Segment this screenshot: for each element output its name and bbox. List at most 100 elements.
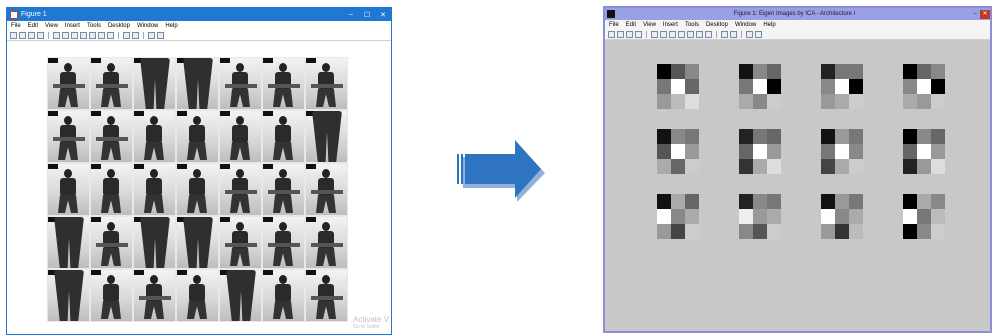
- toolbar-separator: [48, 32, 49, 39]
- arrow-tail-stripe-1: [457, 154, 459, 184]
- legend-icon[interactable]: [746, 31, 753, 38]
- save-icon[interactable]: [626, 31, 633, 38]
- menu-help[interactable]: Help: [165, 23, 177, 29]
- brush-icon[interactable]: [705, 31, 712, 38]
- zoom-in-icon[interactable]: [660, 31, 667, 38]
- photo-legs: [101, 248, 121, 266]
- menu-desktop[interactable]: Desktop: [108, 23, 130, 29]
- photo-chair: [225, 84, 257, 88]
- toolbar: [7, 31, 391, 41]
- eigen-pixel: [685, 64, 699, 79]
- photo-head: [279, 169, 287, 178]
- rotate-icon[interactable]: [89, 32, 96, 39]
- plot-tools-icon[interactable]: [157, 32, 164, 39]
- eigen-pixel: [931, 209, 945, 224]
- eigen-pixel: [685, 224, 699, 239]
- zoom-in-icon[interactable]: [62, 32, 69, 39]
- figure1-window[interactable]: Figure 1 – ☐ ✕ File Edit View Insert Too…: [6, 7, 392, 335]
- save-icon[interactable]: [28, 32, 35, 39]
- pointer-icon[interactable]: [53, 32, 60, 39]
- menu-tools[interactable]: Tools: [87, 23, 101, 29]
- photo-legs: [144, 142, 164, 160]
- maximize-button[interactable]: ☐: [359, 11, 375, 19]
- eigen-pixel: [931, 194, 945, 209]
- minimize-button[interactable]: –: [343, 11, 359, 18]
- pointer-icon[interactable]: [651, 31, 658, 38]
- menu-file[interactable]: File: [609, 22, 619, 28]
- photo-badge: [134, 270, 144, 275]
- menu-insert[interactable]: Insert: [65, 23, 80, 29]
- eigen-image: [821, 194, 863, 239]
- datacursor-icon[interactable]: [98, 32, 105, 39]
- colorbar-icon[interactable]: [730, 31, 737, 38]
- eigen-pixel: [767, 209, 781, 224]
- eigen-pixel: [917, 94, 931, 109]
- open-icon[interactable]: [19, 32, 26, 39]
- photo-badge: [91, 164, 101, 169]
- photo-torso: [103, 284, 119, 302]
- eigen-pixel: [835, 79, 849, 94]
- menu-desktop[interactable]: Desktop: [706, 22, 728, 28]
- eigen-pixel: [739, 159, 753, 174]
- plot-tools-icon[interactable]: [755, 31, 762, 38]
- eigen-pixel: [917, 159, 931, 174]
- photo-legs: [230, 195, 250, 213]
- eigen-pixel: [767, 79, 781, 94]
- datacursor-icon[interactable]: [696, 31, 703, 38]
- photo-head: [236, 222, 244, 231]
- link-icon[interactable]: [123, 32, 130, 39]
- pan-icon[interactable]: [80, 32, 87, 39]
- pan-icon[interactable]: [678, 31, 685, 38]
- zoom-out-icon[interactable]: [71, 32, 78, 39]
- montage-photo-sit: [305, 57, 348, 110]
- menu-view[interactable]: View: [643, 22, 656, 28]
- photo-badge: [306, 164, 316, 169]
- colorbar-icon[interactable]: [132, 32, 139, 39]
- montage-photo-close: [47, 216, 90, 269]
- menu-insert[interactable]: Insert: [663, 22, 678, 28]
- eigen-pixel: [685, 94, 699, 109]
- new-icon[interactable]: [608, 31, 615, 38]
- link-icon[interactable]: [721, 31, 728, 38]
- eigen-images-window[interactable]: Figure 1: Eigen Images by ICA - Architec…: [603, 6, 992, 333]
- rotate-icon[interactable]: [687, 31, 694, 38]
- menu-edit[interactable]: Edit: [28, 23, 38, 29]
- montage-photo-stand: [133, 163, 176, 216]
- photo-badge: [177, 270, 187, 275]
- photo-badge: [263, 270, 273, 275]
- new-icon[interactable]: [10, 32, 17, 39]
- eigen-pixel: [821, 79, 835, 94]
- legend-icon[interactable]: [148, 32, 155, 39]
- print-icon[interactable]: [635, 31, 642, 38]
- close-button[interactable]: ✕: [375, 11, 391, 19]
- menu-view[interactable]: View: [45, 23, 58, 29]
- photo-torso: [140, 217, 170, 268]
- eigen-pixel: [753, 79, 767, 94]
- eigen-pixel: [657, 224, 671, 239]
- menu-file[interactable]: File: [11, 23, 21, 29]
- eigen-pixel: [657, 129, 671, 144]
- menu-edit[interactable]: Edit: [626, 22, 636, 28]
- menu-window[interactable]: Window: [137, 23, 158, 29]
- photo-legs: [273, 301, 293, 319]
- photo-badge: [220, 164, 230, 169]
- photo-badge: [134, 164, 144, 169]
- title-bar[interactable]: Figure 1 – ☐ ✕: [7, 8, 391, 21]
- minimize-button[interactable]: –: [970, 11, 980, 17]
- photo-chair: [225, 243, 257, 247]
- zoom-out-icon[interactable]: [669, 31, 676, 38]
- brush-icon[interactable]: [107, 32, 114, 39]
- menu-tools[interactable]: Tools: [685, 22, 699, 28]
- print-icon[interactable]: [37, 32, 44, 39]
- eigen-pixel: [657, 64, 671, 79]
- menu-window[interactable]: Window: [735, 22, 756, 28]
- menu-help[interactable]: Help: [763, 22, 775, 28]
- photo-badge: [263, 164, 273, 169]
- title-bar[interactable]: Figure 1: Eigen Images by ICA - Architec…: [605, 8, 990, 20]
- close-button[interactable]: ✕: [980, 9, 990, 19]
- eigen-image: [657, 129, 699, 174]
- photo-head: [322, 275, 330, 284]
- photo-torso: [146, 125, 162, 143]
- open-icon[interactable]: [617, 31, 624, 38]
- eigen-pixel: [657, 144, 671, 159]
